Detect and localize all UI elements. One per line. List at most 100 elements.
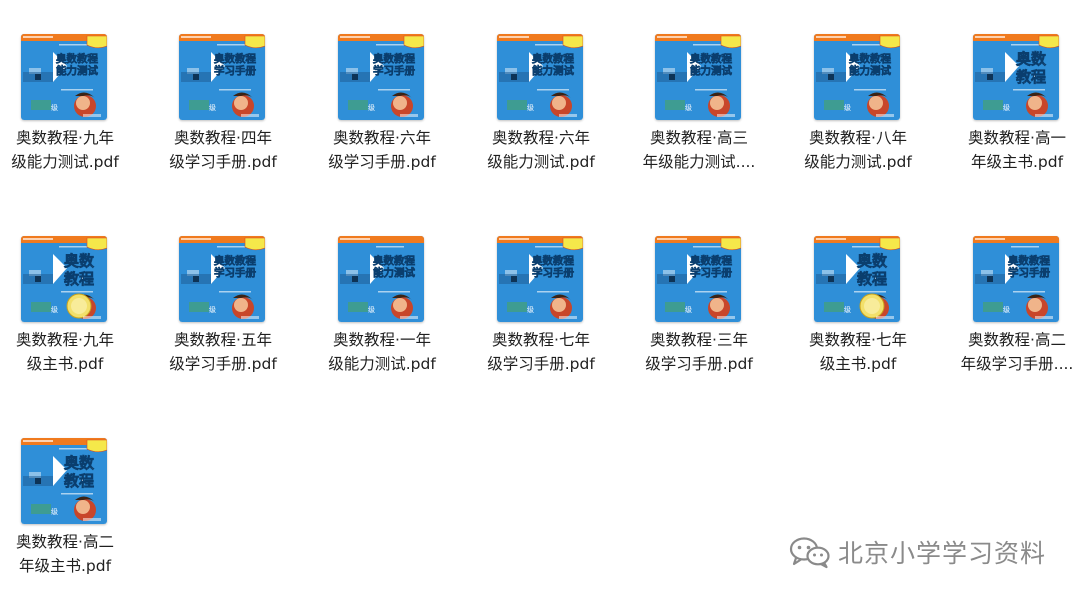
file-name[interactable]: 奥数教程·九年 级主书.pdf — [0, 328, 136, 376]
pdf-thumbnail[interactable]: 奥数 教程 级 — [973, 34, 1059, 120]
svg-text:能力测试: 能力测试 — [56, 64, 98, 77]
file-item[interactable]: 奥数教程 学习手册 级 奥数教程·七年 级学习手册.pdf — [476, 236, 606, 406]
file-item[interactable]: 奥数教程 能力测试 级 奥数教程·高三 年级能力测试.... — [634, 34, 764, 204]
svg-text:奥数教程: 奥数教程 — [214, 254, 256, 267]
svg-text:能力测试: 能力测试 — [849, 64, 891, 77]
file-item[interactable]: 奥数教程 学习手册 级 奥数教程·高二 年级学习手册.... — [952, 236, 1080, 406]
file-name-line2: 级学习手册.pdf — [169, 355, 277, 373]
svg-text:奥数教程: 奥数教程 — [56, 52, 98, 65]
file-item[interactable]: 奥数教程 能力测试 级 奥数教程·九年 级能力测试.pdf — [0, 34, 130, 204]
svg-text:奥数教程: 奥数教程 — [532, 254, 574, 267]
file-name[interactable]: 奥数教程·七年 级学习手册.pdf — [470, 328, 612, 376]
svg-text:级: 级 — [1003, 103, 1010, 112]
svg-text:级: 级 — [527, 305, 534, 314]
file-item[interactable]: 奥数教程 能力测试 级 奥数教程·八年 级能力测试.pdf — [793, 34, 923, 204]
file-name-line2: 级能力测试.pdf — [804, 153, 912, 171]
svg-text:级: 级 — [527, 103, 534, 112]
file-name[interactable]: 奥数教程·五年 级学习手册.pdf — [152, 328, 294, 376]
pdf-thumbnail[interactable]: 奥数教程 学习手册 级 — [973, 236, 1059, 322]
file-name[interactable]: 奥数教程·高二 年级主书.pdf — [0, 530, 136, 578]
svg-text:奥数教程: 奥数教程 — [373, 254, 415, 267]
file-item[interactable]: 奥数教程 能力测试 级 奥数教程·六年 级能力测试.pdf — [476, 34, 606, 204]
svg-text:学习手册: 学习手册 — [214, 64, 256, 77]
svg-text:级: 级 — [51, 507, 58, 516]
pdf-thumbnail[interactable]: 奥数教程 能力测试 级 — [21, 34, 107, 120]
file-name-line1: 奥数教程·六年 — [333, 129, 431, 147]
svg-text:教程: 教程 — [1015, 68, 1046, 86]
file-name-line2: 年级主书.pdf — [18, 557, 112, 575]
file-item[interactable]: 奥数教程 能力测试 级 奥数教程·一年 级能力测试.pdf — [317, 236, 447, 406]
svg-text:学习手册: 学习手册 — [532, 266, 574, 279]
file-name-line1: 奥数教程·七年 — [809, 331, 907, 349]
svg-text:级: 级 — [51, 103, 58, 112]
file-name-line2: 级学习手册.pdf — [487, 355, 595, 373]
file-name-line2: 级能力测试.pdf — [487, 153, 595, 171]
svg-text:奥数: 奥数 — [1016, 50, 1047, 68]
pdf-thumbnail[interactable]: 奥数教程 学习手册 级 — [179, 34, 265, 120]
pdf-thumbnail[interactable]: 奥数 教程 级 — [21, 236, 107, 322]
pdf-thumbnail[interactable]: 奥数教程 能力测试 级 — [655, 34, 741, 120]
file-name-line2: 年级主书.pdf — [970, 153, 1064, 171]
file-name-line2: 年级学习手册.... — [960, 355, 1074, 373]
file-name[interactable]: 奥数教程·三年 级学习手册.pdf — [628, 328, 770, 376]
svg-text:教程: 教程 — [63, 270, 94, 288]
file-name-line1: 奥数教程·高一 — [968, 129, 1066, 147]
file-item[interactable]: 奥数教程 学习手册 级 奥数教程·四年 级学习手册.pdf — [158, 34, 288, 204]
file-name-line1: 奥数教程·高二 — [968, 331, 1066, 349]
svg-text:能力测试: 能力测试 — [690, 64, 732, 77]
svg-text:级: 级 — [685, 305, 692, 314]
svg-text:能力测试: 能力测试 — [373, 266, 415, 279]
file-name[interactable]: 奥数教程·八年 级能力测试.pdf — [787, 126, 929, 174]
file-name[interactable]: 奥数教程·高一 年级主书.pdf — [946, 126, 1080, 174]
file-name[interactable]: 奥数教程·四年 级学习手册.pdf — [152, 126, 294, 174]
pdf-thumbnail[interactable]: 奥数教程 能力测试 级 — [497, 34, 583, 120]
svg-text:奥数教程: 奥数教程 — [690, 52, 732, 65]
file-name-line1: 奥数教程·七年 — [492, 331, 590, 349]
file-item[interactable]: 奥数 教程 级 奥数教程·七年 级主书.pdf — [793, 236, 923, 406]
file-name-line2: 级能力测试.pdf — [11, 153, 119, 171]
pdf-thumbnail[interactable]: 奥数教程 能力测试 级 — [814, 34, 900, 120]
svg-text:教程: 教程 — [856, 270, 887, 288]
file-name-line1: 奥数教程·九年 — [16, 331, 114, 349]
svg-text:奥数: 奥数 — [64, 252, 95, 270]
svg-text:奥数教程: 奥数教程 — [214, 52, 256, 65]
file-name[interactable]: 奥数教程·九年 级能力测试.pdf — [0, 126, 136, 174]
svg-text:学习手册: 学习手册 — [690, 266, 732, 279]
pdf-thumbnail[interactable]: 奥数 教程 级 — [21, 438, 107, 524]
pdf-thumbnail[interactable]: 奥数教程 能力测试 级 — [338, 236, 424, 322]
pdf-thumbnail[interactable]: 奥数教程 学习手册 级 — [655, 236, 741, 322]
pdf-thumbnail[interactable]: 奥数教程 学习手册 级 — [179, 236, 265, 322]
svg-text:教程: 教程 — [63, 472, 94, 490]
file-name[interactable]: 奥数教程·七年 级主书.pdf — [787, 328, 929, 376]
file-name-line1: 奥数教程·九年 — [16, 129, 114, 147]
watermark-text: 北京小学学习资料 — [837, 539, 1046, 568]
file-item[interactable]: 奥数教程 学习手册 级 奥数教程·五年 级学习手册.pdf — [158, 236, 288, 406]
file-name[interactable]: 奥数教程·六年 级学习手册.pdf — [311, 126, 453, 174]
file-name[interactable]: 奥数教程·一年 级能力测试.pdf — [311, 328, 453, 376]
svg-text:级: 级 — [368, 305, 375, 314]
file-name[interactable]: 奥数教程·六年 级能力测试.pdf — [470, 126, 612, 174]
pdf-thumbnail[interactable]: 奥数教程 学习手册 级 — [497, 236, 583, 322]
file-name-line2: 级主书.pdf — [26, 355, 104, 373]
file-item[interactable]: 奥数 教程 级 奥数教程·高二 年级主书.pdf — [0, 438, 130, 608]
file-item[interactable]: 奥数教程 学习手册 级 奥数教程·三年 级学习手册.pdf — [634, 236, 764, 406]
file-item[interactable]: 奥数教程 学习手册 级 奥数教程·六年 级学习手册.pdf — [317, 34, 447, 204]
svg-text:级: 级 — [844, 305, 851, 314]
file-name-line1: 奥数教程·四年 — [174, 129, 272, 147]
file-item[interactable]: 奥数 教程 级 奥数教程·高一 年级主书.pdf — [952, 34, 1080, 204]
file-name-line1: 奥数教程·高三 — [650, 129, 748, 147]
file-name[interactable]: 奥数教程·高三 年级能力测试.... — [628, 126, 770, 174]
pdf-thumbnail[interactable]: 奥数教程 学习手册 级 — [338, 34, 424, 120]
file-name-line1: 奥数教程·五年 — [174, 331, 272, 349]
svg-text:奥数: 奥数 — [64, 454, 95, 472]
file-name-line2: 级能力测试.pdf — [328, 355, 436, 373]
file-name[interactable]: 奥数教程·高二 年级学习手册.... — [946, 328, 1080, 376]
file-name-line2: 级学习手册.pdf — [328, 153, 436, 171]
file-grid: 奥数教程 能力测试 级 奥数教程·九年 级能力测试.pdf 奥数教程 学习手册 级 奥… — [0, 0, 1080, 599]
pdf-thumbnail[interactable]: 奥数 教程 级 — [814, 236, 900, 322]
file-name-line2: 级学习手册.pdf — [169, 153, 277, 171]
file-item[interactable]: 奥数 教程 级 奥数教程·九年 级主书.pdf — [0, 236, 130, 406]
file-name-line2: 级主书.pdf — [819, 355, 897, 373]
svg-text:奥数教程: 奥数教程 — [849, 52, 891, 65]
file-name-line1: 奥数教程·八年 — [809, 129, 907, 147]
